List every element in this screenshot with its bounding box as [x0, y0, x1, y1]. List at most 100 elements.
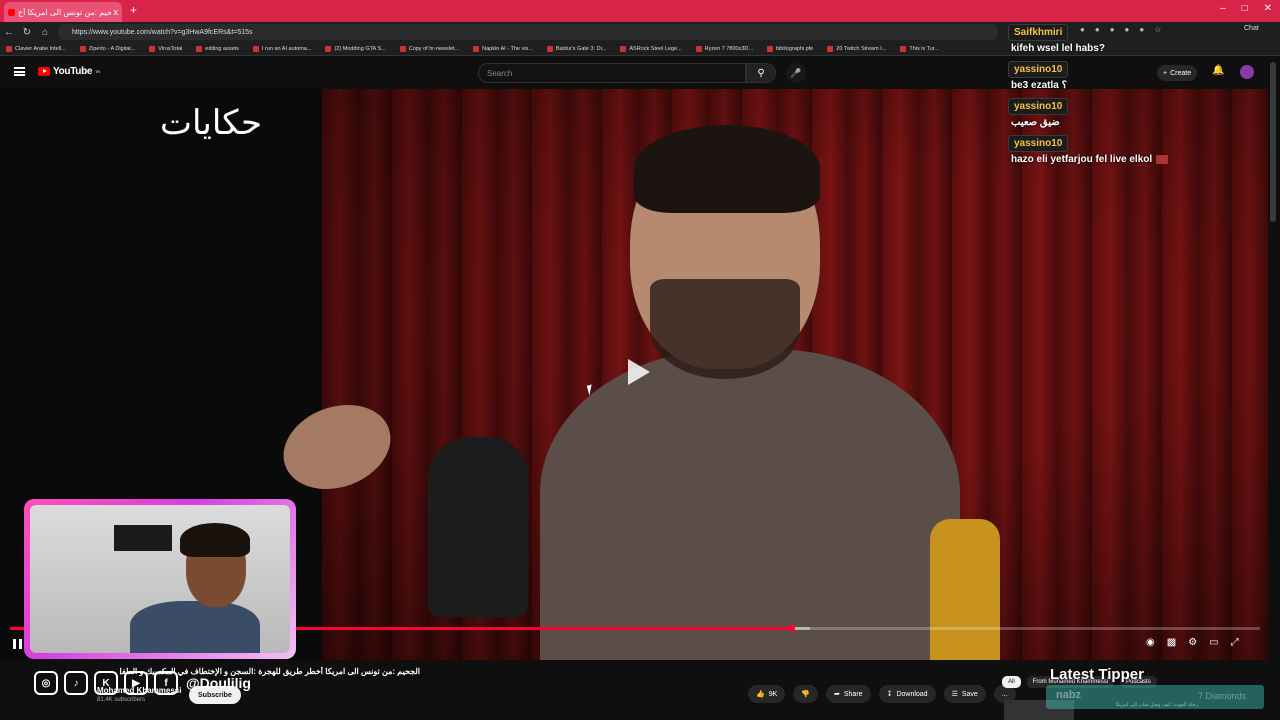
chat-message: yassino10 hazo eli yetfarjou fel live elk…	[1008, 133, 1276, 165]
bookmark-label: VirusTotal	[158, 45, 183, 52]
tab-title: الجحيم :من تونس الى امريكا أخ	[18, 7, 111, 17]
address-bar[interactable]: https://www.youtube.com/watch?v=g3HwA9fc…	[58, 24, 998, 40]
share-button[interactable]: ➦ Share	[826, 685, 871, 703]
chat-text-content: hazo eli yetfarjou fel live elkol	[1011, 154, 1153, 165]
bookmark-label: editing assets	[205, 45, 239, 52]
bookmark-favicon-icon	[252, 45, 259, 52]
bookmark-item[interactable]: editing assets	[196, 45, 239, 52]
stream-chat-overlay: Saifkhmiri kifeh wsel lel habs? yassino10 b…	[1008, 22, 1276, 170]
chat-text-content: be3 ezatla ؟	[1011, 80, 1067, 91]
settings-gear-icon[interactable]: ⚙	[1188, 637, 1197, 648]
bookmark-label: Napkin AI - The vis...	[482, 45, 533, 52]
bookmark-favicon-icon	[399, 45, 406, 52]
bookmark-favicon-icon	[149, 45, 156, 52]
dislike-button[interactable]: 👎	[793, 685, 818, 703]
window-controls: – □ ✕	[1220, 3, 1272, 14]
new-tab-button[interactable]: +	[130, 3, 137, 17]
bookmark-item[interactable]: 20 Twitch Stream I...	[827, 45, 887, 52]
bookmark-favicon-icon	[196, 45, 203, 52]
bookmark-favicon-icon	[766, 45, 773, 52]
latest-tipper-title: Latest Tipper	[1050, 666, 1144, 683]
chat-message: yassino10 be3 ezatla ؟	[1008, 59, 1276, 91]
streamer	[130, 519, 260, 653]
podcast-logo: حكايات	[160, 103, 262, 143]
url-text: https://www.youtube.com/watch?v=g3HwA9fc…	[72, 28, 253, 36]
like-count: 9K	[768, 690, 778, 698]
bookmark-item[interactable]: ASRock Steel Lege...	[620, 45, 682, 52]
browser-tab-active[interactable]: الجحيم :من تونس الى امريكا أخ x	[4, 2, 122, 22]
bookmark-item[interactable]: Napkin AI - The vis...	[473, 45, 533, 52]
chat-text-content: ضيق صعيب	[1011, 117, 1060, 128]
window-close-icon[interactable]: ✕	[1264, 3, 1272, 14]
tipper-name: nabz	[1056, 689, 1082, 701]
chat-username: Saifkhmiri	[1008, 24, 1069, 41]
pause-icon[interactable]	[13, 639, 22, 649]
home-icon[interactable]: ⌂	[36, 27, 54, 38]
bookmark-favicon-icon	[900, 45, 907, 52]
like-button[interactable]: 👍 9K	[748, 685, 786, 703]
tab-close-icon[interactable]: x	[114, 7, 119, 17]
search-button[interactable]: ⚲	[746, 63, 776, 83]
captions-icon[interactable]: ▩	[1167, 637, 1176, 648]
bookmark-item[interactable]: Ziperto - A Digital...	[79, 45, 135, 52]
save-icon: ☰	[951, 691, 958, 698]
chat-text: ضيق صعيب	[1008, 117, 1276, 128]
subscriber-count: 81.4K subscribers	[97, 697, 146, 703]
chat-text: hazo eli yetfarjou fel live elkol	[1008, 154, 1276, 165]
browser-tab-strip: الجحيم :من تونس الى امريكا أخ x + – □ ✕	[0, 0, 1280, 22]
thumbs-up-icon: 👍	[756, 691, 765, 698]
chat-message: yassino10 ضيق صعيب	[1008, 96, 1276, 128]
save-button[interactable]: ☰ Save	[943, 685, 986, 703]
download-button[interactable]: ↧ Download	[878, 685, 936, 703]
bookmark-item[interactable]: bibliographi pfe	[766, 45, 814, 52]
fullscreen-icon[interactable]: ⤢	[1231, 637, 1239, 648]
bookmark-favicon-icon	[325, 45, 332, 52]
subject-hair	[634, 125, 820, 213]
instagram-icon: ◎	[34, 671, 58, 695]
bookmark-favicon-icon	[827, 45, 834, 52]
bookmark-item[interactable]: This is Tur...	[900, 45, 939, 52]
bookmark-item[interactable]: Ryzen 7 7800x3D...	[695, 45, 753, 52]
reload-icon[interactable]: ↻	[18, 27, 36, 38]
search-input[interactable]: Search	[478, 63, 746, 83]
theater-mode-icon[interactable]: ▭	[1209, 637, 1218, 648]
bookmark-label: 20 Twitch Stream I...	[836, 45, 887, 52]
subject-beard	[650, 279, 800, 379]
hamburger-menu-icon[interactable]	[14, 67, 25, 76]
studio-microphone	[428, 437, 528, 617]
bookmark-favicon-icon	[6, 45, 12, 52]
bookmark-label: Clavier Arabe Intell...	[15, 45, 66, 52]
page-scrollbar[interactable]	[1270, 62, 1276, 222]
microphone-icon: 🎤	[790, 67, 802, 78]
filter-chip[interactable]: All	[1002, 676, 1021, 688]
player-right-controls: ◉ ▩ ⚙ ▭ ⤢	[1146, 637, 1239, 648]
bookmark-favicon-icon	[473, 45, 480, 52]
more-icon: ...	[1001, 690, 1008, 698]
bookmark-item[interactable]: Copy of hr-newslet...	[399, 45, 459, 52]
maximize-icon[interactable]: □	[1242, 3, 1248, 14]
chat-text: kifeh wsel lel habs?	[1008, 43, 1276, 54]
youtube-logo-text: YouTube	[53, 66, 93, 77]
voice-search-button[interactable]: 🎤	[786, 63, 806, 83]
tiktok-icon: ♪	[64, 671, 88, 695]
bookmark-item[interactable]: Clavier Arabe Intell...	[6, 45, 66, 52]
youtube-logo[interactable]: YouTube TN	[38, 66, 100, 77]
share-icon: ➦	[834, 691, 840, 698]
bookmark-item[interactable]: I run an AI automa...	[252, 45, 311, 52]
autoplay-toggle-icon[interactable]: ◉	[1146, 637, 1155, 648]
big-play-icon[interactable]	[628, 359, 650, 385]
chat-username: yassino10	[1008, 135, 1069, 152]
bookmark-label: bibliographi pfe	[775, 45, 814, 52]
bookmark-label: This is Tur...	[909, 45, 939, 52]
search-placeholder: Search	[487, 68, 513, 78]
bookmark-favicon-icon	[620, 45, 627, 52]
bookmark-item[interactable]: VirusTotal	[149, 45, 183, 52]
minimize-icon[interactable]: –	[1220, 3, 1226, 14]
bookmark-item[interactable]: (2) Modding GTA S...	[325, 45, 386, 52]
chat-text: be3 ezatla ؟	[1008, 80, 1276, 91]
bookmark-item[interactable]: Baldur's Gate 3: Di...	[546, 45, 606, 52]
chat-message: Saifkhmiri kifeh wsel lel habs?	[1008, 22, 1276, 54]
social-handle: @Doulilig	[186, 675, 251, 691]
kick-icon: K	[94, 671, 118, 695]
back-icon[interactable]: ←	[0, 27, 18, 38]
